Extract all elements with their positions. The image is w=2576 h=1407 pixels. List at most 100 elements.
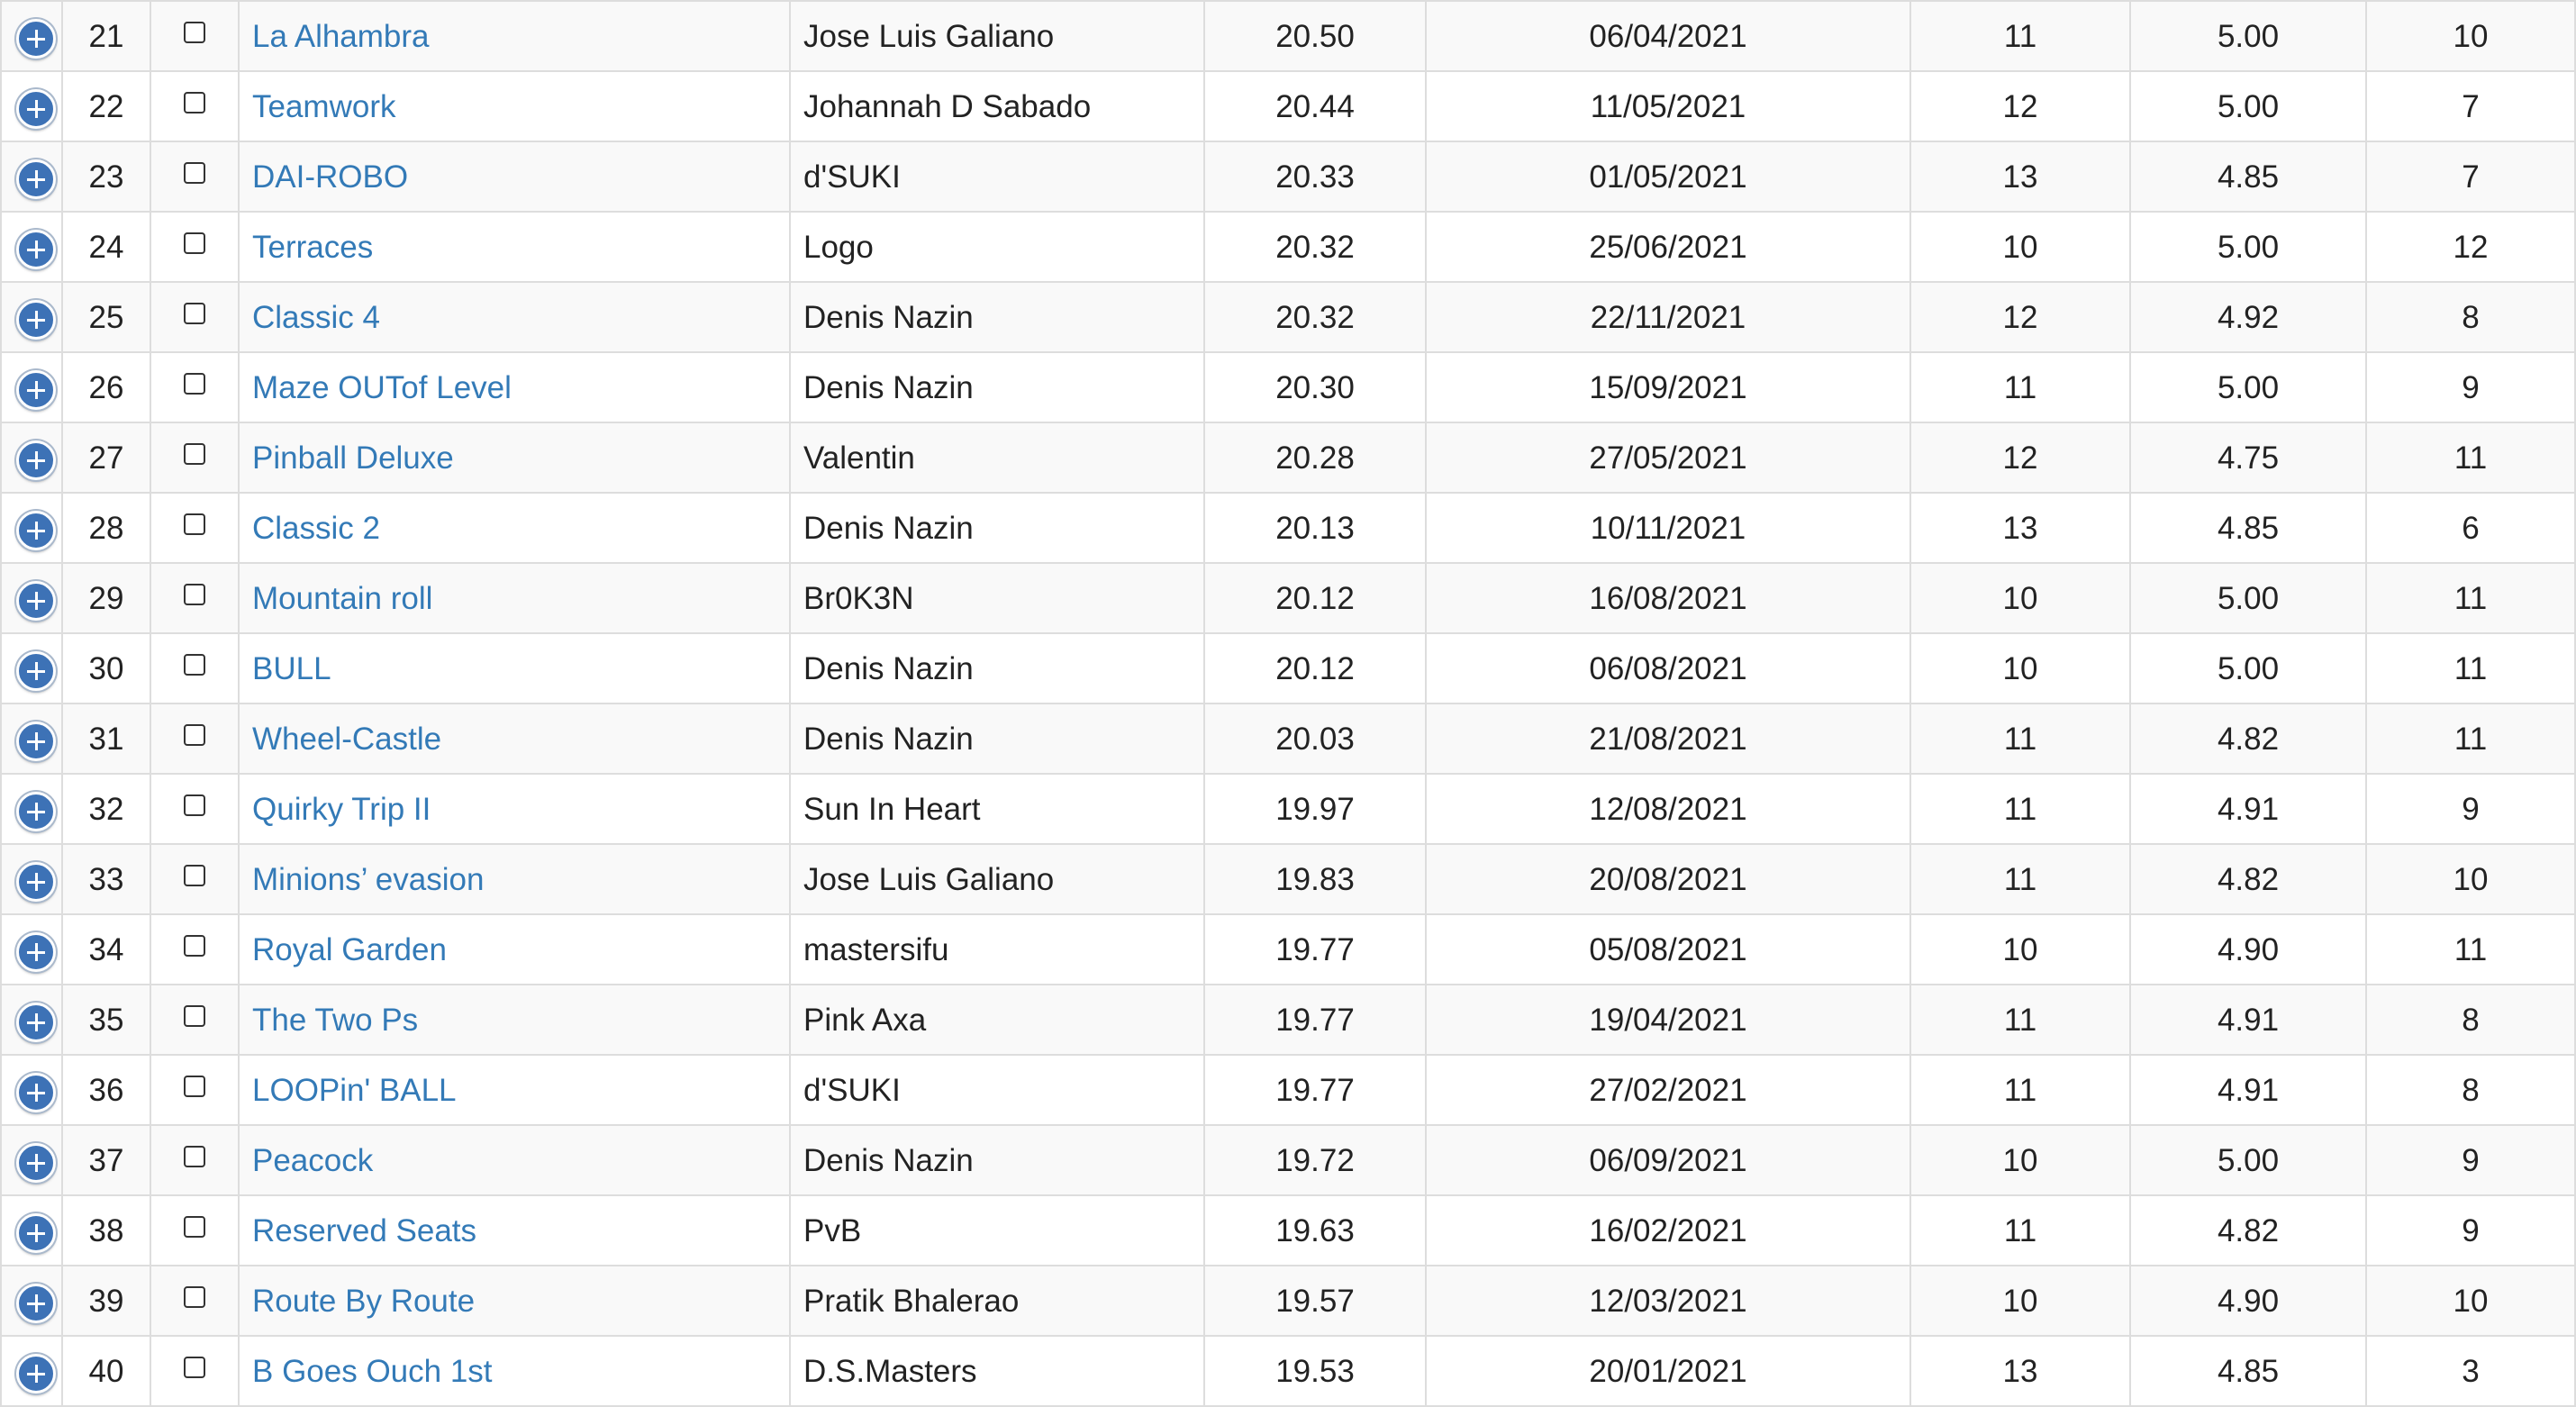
- plus-circle-icon[interactable]: [16, 581, 56, 621]
- plus-circle-icon[interactable]: [16, 230, 56, 269]
- level-name-cell: Wheel-Castle: [238, 703, 791, 775]
- score-cell: 20.50: [1203, 0, 1427, 72]
- select-cell: [150, 913, 240, 985]
- select-cell: [150, 632, 240, 704]
- row-select-checkbox[interactable]: [184, 1146, 205, 1168]
- votes-cell: 10: [2365, 843, 2576, 915]
- rating-cell: 4.91: [2129, 1054, 2367, 1126]
- count-cell: 12: [1909, 422, 2131, 494]
- count-cell: 11: [1909, 984, 2131, 1056]
- plus-circle-icon[interactable]: [16, 651, 56, 691]
- level-name-link[interactable]: Minions’ evasion: [252, 862, 484, 897]
- row-select-checkbox[interactable]: [184, 162, 205, 185]
- plus-circle-icon[interactable]: [16, 300, 56, 340]
- date-cell: 16/02/2021: [1425, 1194, 1911, 1266]
- row-select-checkbox[interactable]: [184, 513, 205, 536]
- expand-cell: [0, 843, 63, 915]
- author-cell: D.S.Masters: [789, 1335, 1205, 1407]
- author-cell: Denis Nazin: [789, 281, 1205, 353]
- plus-circle-icon[interactable]: [16, 792, 56, 831]
- level-name-link[interactable]: Classic 4: [252, 300, 380, 335]
- rank-cell: 32: [61, 773, 151, 845]
- count-cell: 11: [1909, 351, 2131, 423]
- level-name-link[interactable]: Classic 2: [252, 511, 380, 546]
- plus-circle-icon[interactable]: [16, 1003, 56, 1042]
- level-name-link[interactable]: Teamwork: [252, 89, 395, 124]
- plus-circle-icon[interactable]: [16, 19, 56, 59]
- rank-cell: 33: [61, 843, 151, 915]
- row-select-checkbox[interactable]: [184, 22, 205, 44]
- level-name-cell: Peacock: [238, 1124, 791, 1196]
- plus-circle-icon[interactable]: [16, 1213, 56, 1253]
- row-select-checkbox[interactable]: [184, 1357, 205, 1379]
- votes-cell: 9: [2365, 773, 2576, 845]
- plus-circle-icon[interactable]: [16, 932, 56, 972]
- level-name-link[interactable]: LOOPin' BALL: [252, 1073, 457, 1108]
- level-name-link[interactable]: B Goes Ouch 1st: [252, 1354, 493, 1389]
- rank-cell: 30: [61, 632, 151, 704]
- plus-circle-icon[interactable]: [16, 370, 56, 410]
- plus-circle-icon[interactable]: [16, 722, 56, 761]
- date-cell: 19/04/2021: [1425, 984, 1911, 1056]
- level-name-link[interactable]: The Two Ps: [252, 1003, 418, 1038]
- row-select-checkbox[interactable]: [184, 865, 205, 887]
- plus-circle-icon[interactable]: [16, 1143, 56, 1183]
- count-cell: 13: [1909, 1335, 2131, 1407]
- row-select-checkbox[interactable]: [184, 1005, 205, 1028]
- score-cell: 20.13: [1203, 492, 1427, 564]
- row-select-checkbox[interactable]: [184, 935, 205, 958]
- plus-circle-icon[interactable]: [16, 440, 56, 480]
- row-select-checkbox[interactable]: [184, 654, 205, 676]
- rank-cell: 24: [61, 211, 151, 283]
- rank-cell: 26: [61, 351, 151, 423]
- row-select-checkbox[interactable]: [184, 232, 205, 255]
- level-name-link[interactable]: La Alhambra: [252, 19, 430, 54]
- plus-circle-icon[interactable]: [16, 1284, 56, 1323]
- date-cell: 06/08/2021: [1425, 632, 1911, 704]
- row-select-checkbox[interactable]: [184, 92, 205, 114]
- level-name-link[interactable]: Peacock: [252, 1143, 373, 1178]
- level-name-link[interactable]: Wheel-Castle: [252, 722, 441, 757]
- author-cell: Pink Axa: [789, 984, 1205, 1056]
- level-name-link[interactable]: Terraces: [252, 230, 373, 265]
- count-cell: 11: [1909, 1194, 2131, 1266]
- select-cell: [150, 984, 240, 1056]
- plus-circle-icon[interactable]: [16, 1354, 56, 1393]
- plus-circle-icon[interactable]: [16, 862, 56, 902]
- row-select-checkbox[interactable]: [184, 373, 205, 395]
- row-select-checkbox[interactable]: [184, 1076, 205, 1098]
- table-row: 22 Teamwork Johannah D Sabado 20.44 11/0…: [0, 70, 2576, 142]
- row-select-checkbox[interactable]: [184, 584, 205, 606]
- level-name-link[interactable]: Pinball Deluxe: [252, 440, 454, 476]
- row-select-checkbox[interactable]: [184, 1286, 205, 1309]
- row-select-checkbox[interactable]: [184, 724, 205, 747]
- score-cell: 19.77: [1203, 984, 1427, 1056]
- rank-cell: 25: [61, 281, 151, 353]
- votes-cell: 11: [2365, 422, 2576, 494]
- expand-cell: [0, 1265, 63, 1337]
- level-name-link[interactable]: Route By Route: [252, 1284, 475, 1319]
- row-select-checkbox[interactable]: [184, 303, 205, 325]
- level-name-link[interactable]: Maze OUTof Level: [252, 370, 512, 405]
- author-cell: Denis Nazin: [789, 351, 1205, 423]
- rank-cell: 38: [61, 1194, 151, 1266]
- row-select-checkbox[interactable]: [184, 794, 205, 817]
- table-row: 27 Pinball Deluxe Valentin 20.28 27/05/2…: [0, 422, 2576, 494]
- level-name-link[interactable]: BULL: [252, 651, 331, 686]
- plus-circle-icon[interactable]: [16, 89, 56, 129]
- row-select-checkbox[interactable]: [184, 443, 205, 466]
- votes-cell: 11: [2365, 913, 2576, 985]
- plus-circle-icon[interactable]: [16, 511, 56, 550]
- level-name-link[interactable]: Reserved Seats: [252, 1213, 476, 1248]
- votes-cell: 12: [2365, 211, 2576, 283]
- plus-circle-icon[interactable]: [16, 159, 56, 199]
- rating-cell: 4.85: [2129, 492, 2367, 564]
- row-select-checkbox[interactable]: [184, 1216, 205, 1239]
- plus-circle-icon[interactable]: [16, 1073, 56, 1112]
- level-name-link[interactable]: Mountain roll: [252, 581, 432, 616]
- level-name-link[interactable]: DAI-ROBO: [252, 159, 408, 195]
- level-name-link[interactable]: Royal Garden: [252, 932, 447, 967]
- table-row: 28 Classic 2 Denis Nazin 20.13 10/11/202…: [0, 492, 2576, 564]
- date-cell: 15/09/2021: [1425, 351, 1911, 423]
- level-name-link[interactable]: Quirky Trip II: [252, 792, 431, 827]
